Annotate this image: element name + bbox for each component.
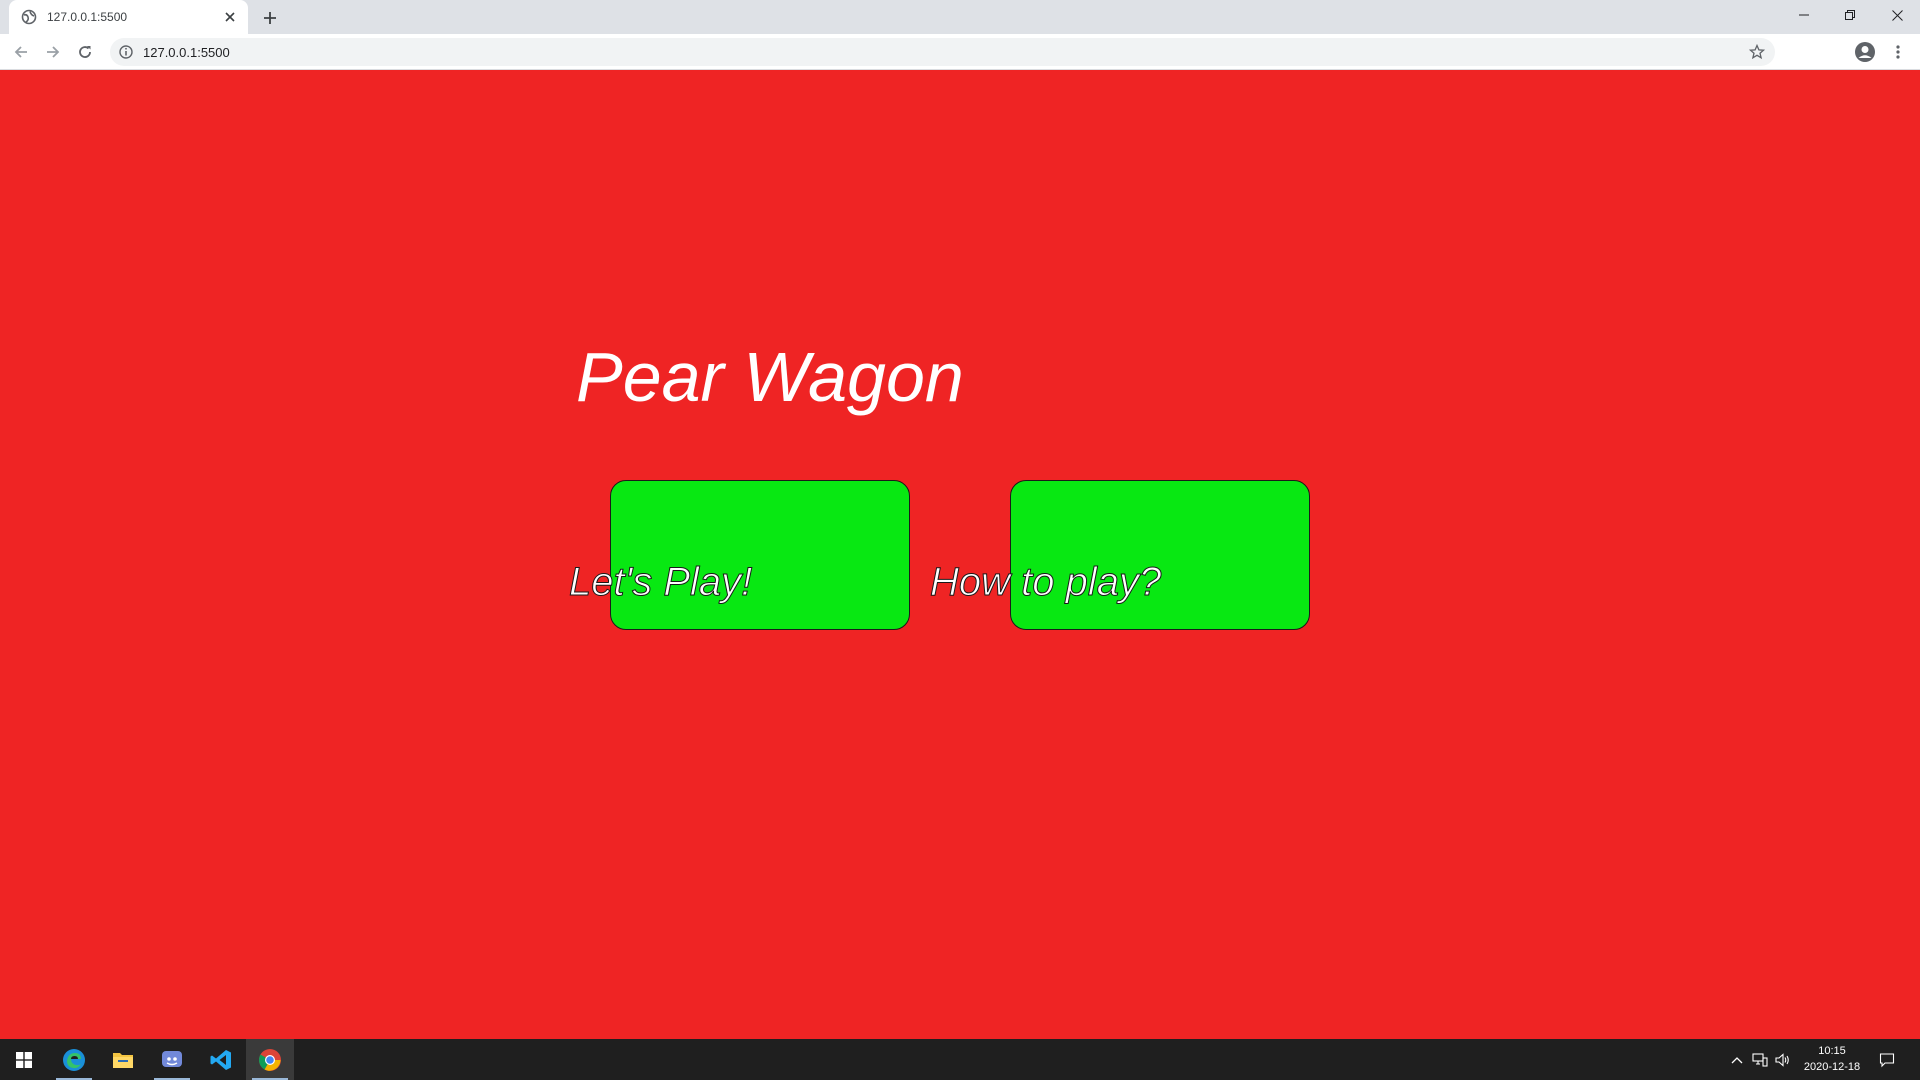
- clock-date: 2020-12-18: [1803, 1061, 1861, 1073]
- window-close-icon[interactable]: [1874, 0, 1920, 30]
- tab-title: 127.0.0.1:5500: [47, 10, 128, 24]
- reload-icon[interactable]: [73, 40, 97, 64]
- edge-icon[interactable]: [50, 1039, 98, 1080]
- volume-icon[interactable]: [1773, 1039, 1793, 1080]
- restore-icon[interactable]: [1827, 0, 1873, 30]
- forward-arrow-icon[interactable]: [41, 40, 65, 64]
- game-page: Pear Wagon Let's Play! How to play?: [0, 70, 1920, 1039]
- back-arrow-icon[interactable]: [9, 40, 33, 64]
- browser-tab-strip: 127.0.0.1:5500: [0, 0, 1920, 34]
- browser-tab[interactable]: 127.0.0.1:5500: [9, 0, 248, 34]
- discord-icon[interactable]: [148, 1039, 196, 1080]
- show-hidden-icons-chevron-icon[interactable]: [1728, 1039, 1746, 1080]
- more-menu-icon[interactable]: [1886, 40, 1910, 64]
- minimize-icon[interactable]: [1781, 0, 1827, 30]
- notifications-icon[interactable]: [1872, 1039, 1902, 1080]
- profile-avatar-icon[interactable]: [1853, 40, 1877, 64]
- taskbar-clock[interactable]: 10:15 2020-12-18: [1792, 1043, 1872, 1075]
- browser-toolbar: 127.0.0.1:5500: [0, 34, 1920, 70]
- info-icon[interactable]: [118, 44, 134, 60]
- lets-play-button[interactable]: [610, 480, 910, 630]
- globe-icon: [21, 9, 37, 25]
- tab-close-icon[interactable]: [222, 9, 238, 25]
- start-icon[interactable]: [0, 1039, 48, 1080]
- network-icon[interactable]: [1750, 1039, 1770, 1080]
- bookmark-star-icon[interactable]: [1749, 44, 1765, 60]
- new-tab-icon[interactable]: [260, 8, 280, 28]
- game-title: Pear Wagon: [576, 338, 964, 416]
- how-to-play-button[interactable]: [1010, 480, 1310, 630]
- file-explorer-icon[interactable]: [99, 1039, 147, 1080]
- windows-taskbar: 10:15 2020-12-18: [0, 1039, 1920, 1080]
- address-bar[interactable]: 127.0.0.1:5500: [110, 38, 1775, 66]
- vscode-icon[interactable]: [197, 1039, 245, 1080]
- address-url: 127.0.0.1:5500: [143, 44, 230, 60]
- how-to-play-label[interactable]: How to play?: [929, 562, 1161, 603]
- lets-play-label[interactable]: Let's Play!: [568, 562, 752, 603]
- chrome-icon[interactable]: [246, 1039, 294, 1080]
- clock-time: 10:15: [1818, 1045, 1846, 1057]
